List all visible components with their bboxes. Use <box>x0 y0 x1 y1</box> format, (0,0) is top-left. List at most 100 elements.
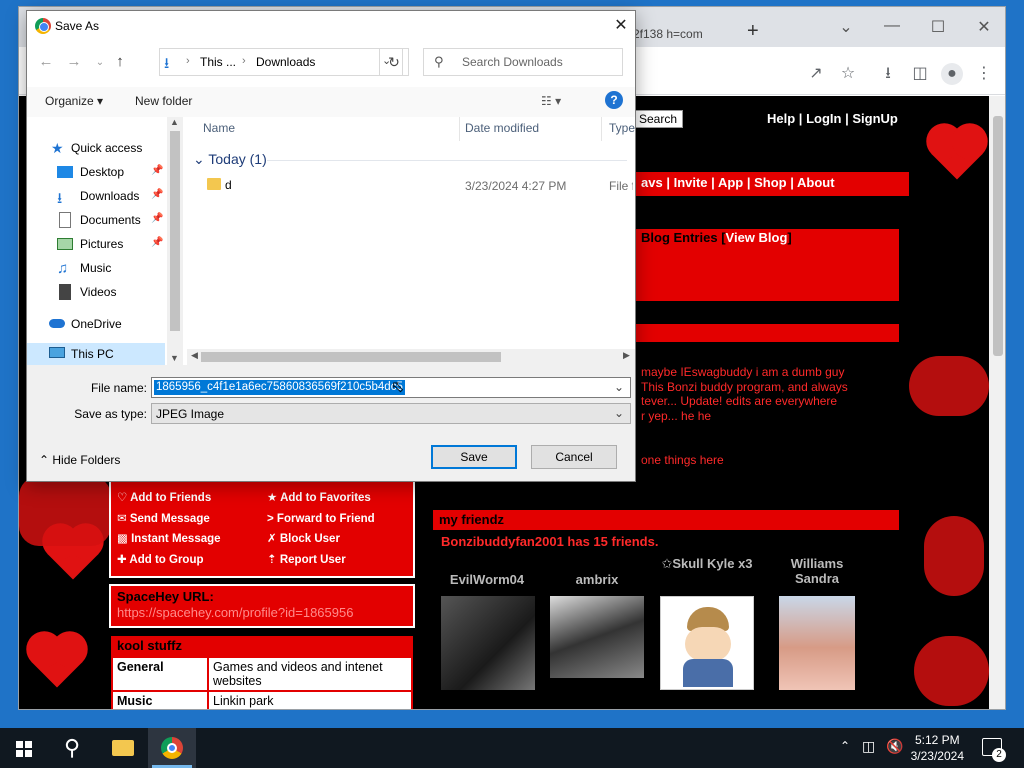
scroll-up-icon[interactable]: ▲ <box>170 117 179 127</box>
share-icon[interactable]: ↗ <box>805 63 827 85</box>
save-button[interactable]: Save <box>431 445 517 469</box>
scrollbar-thumb[interactable] <box>993 116 1003 356</box>
group-header[interactable]: ⌄ Today (1) <box>193 151 267 168</box>
table-row: Music Linkin park <box>111 690 413 709</box>
column-date-modified[interactable]: Date modified <box>465 121 539 135</box>
file-list-hscrollbar[interactable]: ◀ ▶ <box>187 349 635 365</box>
volume-muted-icon[interactable]: 🔇 <box>886 738 903 755</box>
site-nav-links: avs | Invite | App | Shop | About <box>641 175 835 190</box>
friend-name[interactable]: EvilWorm04 <box>439 572 535 587</box>
tab-title[interactable]: 2f138 h=com <box>633 27 703 41</box>
file-explorer-button[interactable] <box>98 728 146 768</box>
back-arrow-icon[interactable]: ← <box>35 53 57 70</box>
bookmark-star-icon[interactable]: ☆ <box>837 63 859 85</box>
nav-link-favs[interactable]: avs <box>641 175 663 190</box>
nav-item-desktop[interactable]: Desktop 📌 <box>27 161 181 183</box>
search-downloads-input[interactable]: ⚲ Search Downloads <box>423 48 623 76</box>
breadcrumb-downloads[interactable]: Downloads <box>256 55 315 69</box>
recent-chevron-icon[interactable]: ⌄ <box>89 57 111 68</box>
profile-url[interactable]: https://spacehey.com/profile?id=1865956 <box>117 605 353 620</box>
side-panel-icon[interactable]: ◫ <box>909 63 931 85</box>
forward-arrow-icon[interactable]: → <box>63 53 85 70</box>
column-type[interactable]: Type <box>609 121 635 135</box>
show-hidden-icons-chevron-icon[interactable]: ⌃ <box>840 739 850 753</box>
friend-name[interactable]: Williams Sandra <box>769 556 865 586</box>
nav-item-quick-access[interactable]: ★ Quick access <box>27 137 181 159</box>
organize-button[interactable]: Organize ▾ <box>45 94 103 108</box>
new-tab-button[interactable]: + <box>747 21 759 41</box>
dialog-close-button[interactable]: ✕ <box>609 15 633 39</box>
taskbar: ⚲ ⌃ ◫ 🔇 5:12 PM 3/23/2024 2 <box>0 728 1024 768</box>
scrollbar-thumb[interactable] <box>201 352 501 362</box>
breadcrumb-this-pc[interactable]: This ... <box>200 55 236 69</box>
profile-avatar-icon[interactable]: ● <box>941 63 963 85</box>
forward-to-friend-link[interactable]: > Forward to Friend <box>267 509 375 530</box>
network-icon[interactable]: ◫ <box>862 738 875 755</box>
star-icon: ★ <box>51 140 64 156</box>
instant-message-link[interactable]: ▩ Instant Message <box>117 529 221 550</box>
taskbar-clock[interactable]: 5:12 PM 3/23/2024 <box>911 732 964 764</box>
friend-avatar[interactable] <box>550 596 644 678</box>
view-options-icon[interactable]: ☷ ▾ <box>541 94 561 108</box>
page-scrollbar[interactable] <box>989 96 1005 709</box>
new-folder-button[interactable]: New folder <box>135 94 192 108</box>
nav-item-downloads[interactable]: ⭳ Downloads 📌 <box>27 185 181 207</box>
scrollbar-thumb[interactable] <box>170 131 180 331</box>
send-message-link[interactable]: ✉ Send Message <box>117 509 221 530</box>
friend-name[interactable]: ✩Skull Kyle x3 <box>659 556 755 572</box>
friend-avatar[interactable] <box>660 596 754 690</box>
nav-item-videos[interactable]: Videos <box>27 281 181 303</box>
login-link[interactable]: LogIn <box>806 111 841 126</box>
nav-link-shop[interactable]: Shop <box>754 175 787 190</box>
report-user-link[interactable]: ⇡ Report User <box>267 550 375 571</box>
chrome-taskbar-button[interactable] <box>148 728 196 768</box>
friend-avatar[interactable] <box>441 596 535 690</box>
minimize-button[interactable]: — <box>877 17 907 35</box>
scroll-right-icon[interactable]: ▶ <box>623 350 630 361</box>
save-type-dropdown-icon[interactable]: ⌄ <box>614 406 624 420</box>
help-link[interactable]: Help <box>767 111 795 126</box>
close-window-button[interactable]: ✕ <box>969 17 999 37</box>
scroll-left-icon[interactable]: ◀ <box>191 350 198 361</box>
file-row[interactable]: d 3/23/2024 4:27 PM File fo <box>187 175 633 197</box>
nav-item-documents[interactable]: Documents 📌 <box>27 209 181 231</box>
start-button[interactable] <box>0 728 48 768</box>
nav-item-music[interactable]: ♫ Music <box>27 257 181 279</box>
windows-logo-icon <box>25 750 32 757</box>
cancel-button[interactable]: Cancel <box>531 445 617 469</box>
add-to-friends-link[interactable]: ♡ Add to Friends <box>117 488 221 509</box>
cloud-icon <box>49 319 65 328</box>
hide-folders-toggle[interactable]: ⌃ Hide Folders <box>39 453 120 467</box>
address-bar[interactable]: ⭳ › This ... › Downloads ⌄ <box>159 48 403 76</box>
file-name-dropdown-icon[interactable]: ⌄ <box>614 380 624 394</box>
site-search-button[interactable]: Search <box>633 110 683 128</box>
scroll-down-icon[interactable]: ▼ <box>170 353 179 363</box>
column-name[interactable]: Name <box>203 121 235 135</box>
nav-link-app[interactable]: App <box>718 175 743 190</box>
nav-link-invite[interactable]: Invite <box>674 175 708 190</box>
search-icon[interactable]: ⚲ <box>48 728 96 768</box>
signup-link[interactable]: SignUp <box>852 111 898 126</box>
windows-logo-icon <box>25 741 32 748</box>
nav-item-onedrive[interactable]: OneDrive <box>27 313 181 335</box>
save-as-dialog: Save As ✕ ← → ⌄ ↑ ⭳ › This ... › Downloa… <box>26 10 636 482</box>
block-user-link[interactable]: ✗ Block User <box>267 529 375 550</box>
save-type-select[interactable]: JPEG Image ⌄ <box>151 403 631 424</box>
refresh-button[interactable]: ↻ <box>379 48 409 76</box>
tab-search-icon[interactable]: ⌄ <box>831 17 861 37</box>
add-to-favorites-link[interactable]: ★ Add to Favorites <box>267 488 375 509</box>
add-to-group-link[interactable]: ✚ Add to Group <box>117 550 221 571</box>
nav-item-this-pc[interactable]: This PC <box>27 343 165 365</box>
nav-item-pictures[interactable]: Pictures 📌 <box>27 233 181 255</box>
nav-pane-scrollbar[interactable]: ▲ ▼ <box>167 117 183 365</box>
view-blog-link[interactable]: View Blog <box>726 230 788 245</box>
maximize-button[interactable]: ☐ <box>923 17 953 37</box>
friend-avatar[interactable] <box>779 596 855 690</box>
up-arrow-icon[interactable]: ↑ <box>109 53 131 70</box>
dialog-title: Save As <box>55 19 100 33</box>
menu-kebab-icon[interactable]: ⋮ <box>973 63 995 85</box>
friend-name[interactable]: ambrix <box>549 572 645 587</box>
download-icon[interactable]: ⭳ <box>877 63 899 85</box>
nav-link-about[interactable]: About <box>797 175 835 190</box>
help-icon[interactable]: ? <box>605 91 623 109</box>
